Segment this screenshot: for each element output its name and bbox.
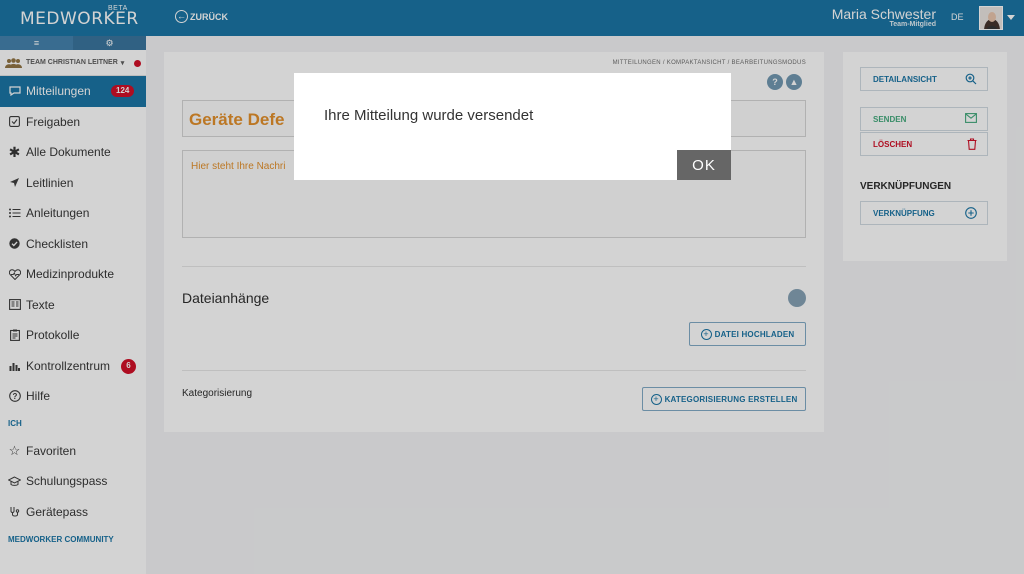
- confirmation-dialog: Ihre Mitteilung wurde versendet OK: [294, 73, 731, 180]
- ok-button[interactable]: OK: [677, 150, 731, 180]
- dialog-message: Ihre Mitteilung wurde versendet: [324, 107, 534, 124]
